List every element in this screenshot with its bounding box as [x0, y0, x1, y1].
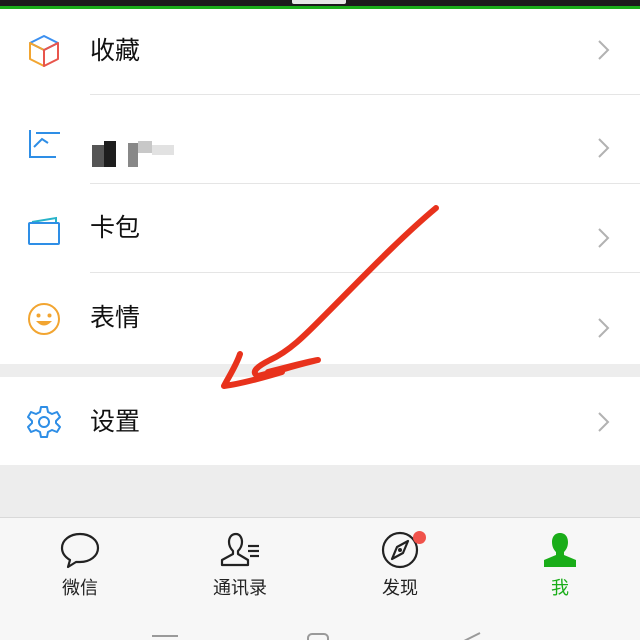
card-wallet-icon — [28, 216, 60, 245]
menu-item-label: 设置 — [90, 407, 141, 436]
menu-item-card-wallet[interactable]: 卡包 — [0, 184, 640, 273]
tab-label: 通讯录 — [213, 578, 267, 599]
chevron-right-icon — [598, 138, 610, 158]
bottom-tab-bar: 微信 通讯录 发现 我 — [0, 517, 640, 609]
menu-item-label: 收藏 — [90, 36, 141, 65]
sticker-smiley-icon — [28, 303, 60, 335]
tab-chats[interactable]: 微信 — [0, 518, 160, 610]
album-icon — [29, 130, 60, 158]
menu-icon[interactable] — [152, 635, 178, 637]
new-badge-dot — [413, 531, 426, 544]
status-bar-indicator — [292, 0, 346, 4]
menu-item-label: 表情 — [90, 303, 141, 332]
menu-item-album[interactable] — [0, 95, 640, 184]
menu-group-settings: 设置 — [0, 377, 640, 465]
tab-contacts[interactable]: 通讯录 — [160, 518, 320, 610]
favorites-cube-icon — [29, 35, 59, 67]
chevron-right-icon — [598, 228, 610, 248]
tab-discover[interactable]: 发现 — [320, 518, 480, 610]
tab-label: 我 — [551, 578, 569, 599]
chevron-right-icon — [598, 318, 610, 338]
back-icon[interactable] — [458, 631, 484, 640]
home-icon[interactable] — [307, 633, 329, 640]
chat-bubble-icon — [60, 532, 100, 569]
menu-group-primary: 收藏 卡包 表情 — [0, 9, 640, 364]
person-icon — [544, 533, 576, 567]
menu-item-label: 卡包 — [90, 213, 141, 242]
menu-item-stickers[interactable]: 表情 — [0, 273, 640, 362]
chevron-right-icon — [598, 40, 610, 60]
menu-item-favorites[interactable]: 收藏 — [0, 9, 640, 98]
chevron-right-icon — [598, 412, 610, 432]
tab-label: 发现 — [382, 578, 418, 599]
system-navigation-bar — [0, 609, 640, 640]
tab-me[interactable]: 我 — [480, 518, 640, 610]
tab-label: 微信 — [62, 578, 98, 599]
contacts-icon — [220, 532, 259, 567]
gear-icon — [27, 406, 61, 438]
menu-item-settings[interactable]: 设置 — [0, 377, 640, 466]
